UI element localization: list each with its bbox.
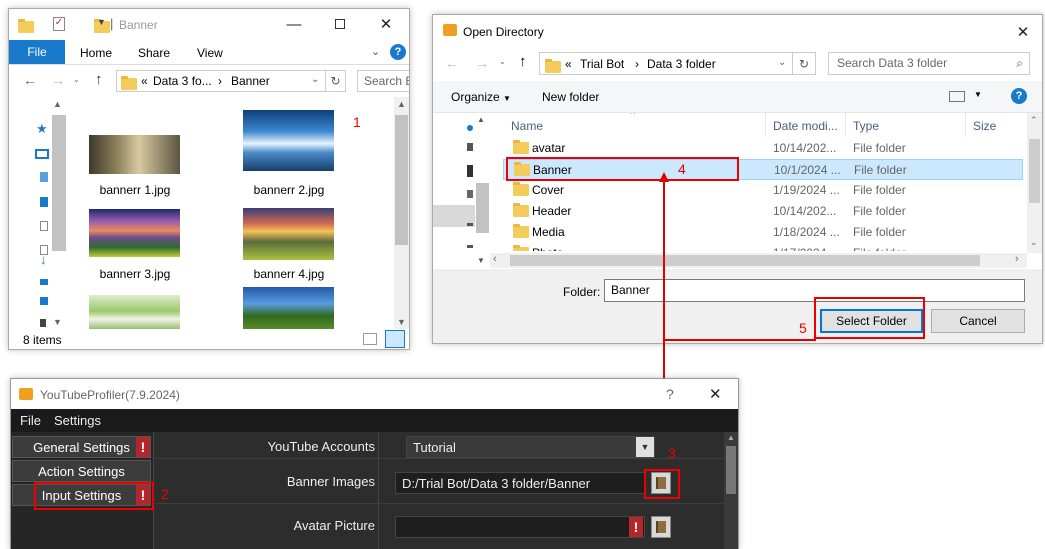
row-divider: [154, 458, 738, 459]
profiler-scrollbar[interactable]: ▲: [724, 432, 738, 549]
accounts-select[interactable]: Tutorial ▼: [406, 436, 655, 458]
app-icon: [19, 388, 33, 400]
scroll-up-icon[interactable]: ▲: [727, 433, 735, 442]
arrow-head: [659, 172, 669, 182]
accounts-select-value: Tutorial: [413, 439, 456, 455]
sidebar-general-settings-label: General Settings: [33, 439, 130, 455]
profiler-help-button[interactable]: ?: [666, 386, 674, 402]
avatar-browse-button[interactable]: [651, 516, 671, 538]
highlight-input-settings: [34, 482, 154, 510]
step-annotation-2: 2: [161, 486, 169, 502]
sidebar-action-settings-label: Action Settings: [38, 463, 125, 479]
profiler-title: YouTubeProfiler(7.9.2024): [40, 388, 180, 402]
profiler-menubar: File Settings: [11, 409, 738, 432]
banner-label: Banner Images: [286, 474, 375, 489]
sidebar-general-settings[interactable]: General Settings: [12, 436, 151, 458]
avatar-picture-input[interactable]: [395, 516, 645, 538]
profiler-window: YouTubeProfiler(7.9.2024) ? ✕ File Setti…: [10, 378, 739, 549]
highlight-browse-button: [644, 469, 680, 499]
profiler-titlebar: YouTubeProfiler(7.9.2024) ? ✕: [11, 379, 738, 409]
menu-settings[interactable]: Settings: [54, 413, 101, 428]
sidebar-action-settings[interactable]: Action Settings: [12, 460, 151, 482]
profiler-scrollbar-thumb[interactable]: [726, 446, 736, 494]
step-annotation-3: 3: [668, 445, 676, 461]
menu-file[interactable]: File: [20, 413, 41, 428]
row-divider: [154, 503, 738, 504]
avatar-label: Avatar Picture: [293, 518, 375, 533]
accounts-label: YouTube Accounts: [267, 439, 375, 454]
banner-images-input[interactable]: D:/Trial Bot/Data 3 folder/Banner: [395, 472, 645, 494]
warning-icon: !: [136, 437, 150, 457]
content-divider: [378, 432, 379, 549]
dropdown-button[interactable]: ▼: [636, 437, 654, 457]
profiler-close-button[interactable]: ✕: [709, 385, 722, 403]
warning-icon: !: [629, 517, 643, 537]
